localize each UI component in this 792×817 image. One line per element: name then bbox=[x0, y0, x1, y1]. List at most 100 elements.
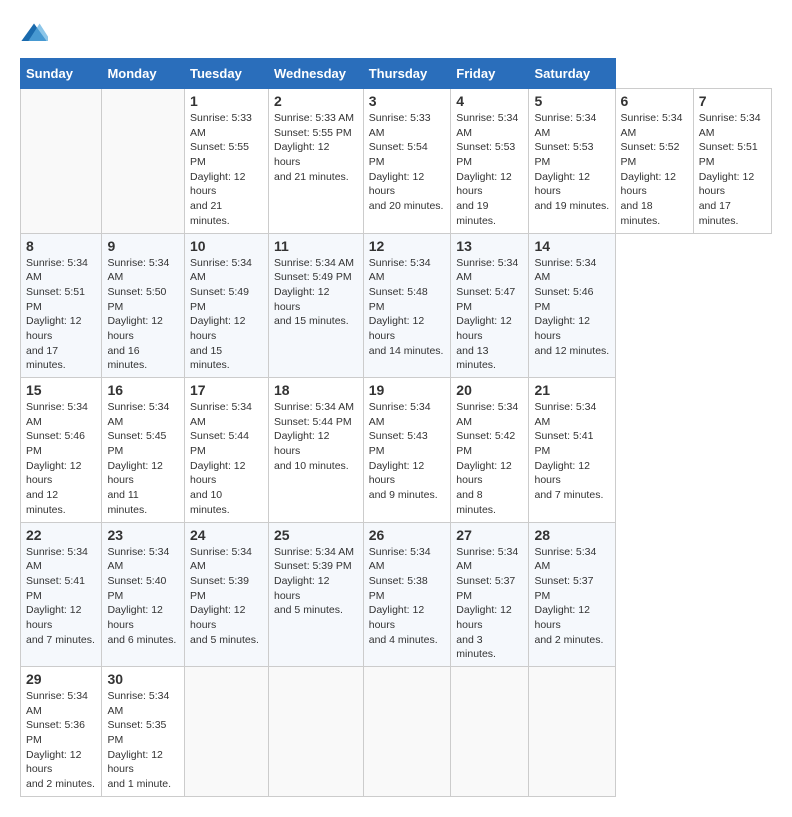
day-number: 14 bbox=[534, 238, 609, 254]
calendar-cell: 17 Sunrise: 5:34 AMSunset: 5:44 PMDayligh… bbox=[185, 378, 269, 523]
calendar-cell: 22 Sunrise: 5:34 AMSunset: 5:41 PMDayligh… bbox=[21, 522, 102, 667]
day-number: 20 bbox=[456, 382, 523, 398]
week-row-5: 29Sunrise: 5:34 AMSunset: 5:36 PMDayligh… bbox=[21, 667, 772, 797]
day-number: 22 bbox=[26, 527, 96, 543]
day-number: 12 bbox=[369, 238, 446, 254]
calendar-cell: 19 Sunrise: 5:34 AMSunset: 5:43 PMDayligh… bbox=[363, 378, 451, 523]
calendar-cell: 26 Sunrise: 5:34 AMSunset: 5:38 PMDayligh… bbox=[363, 522, 451, 667]
day-detail: Sunrise: 5:34 AMSunset: 5:41 PMDaylight:… bbox=[26, 545, 96, 648]
day-number: 15 bbox=[26, 382, 96, 398]
day-number: 28 bbox=[534, 527, 609, 543]
day-number: 17 bbox=[190, 382, 263, 398]
day-detail: Sunrise: 5:34 AMSunset: 5:41 PMDaylight:… bbox=[534, 400, 609, 503]
day-number: 6 bbox=[621, 93, 688, 109]
day-detail: Sunrise: 5:33 AMSunset: 5:55 PMDaylight:… bbox=[190, 111, 263, 229]
day-detail: Sunrise: 5:34 AMSunset: 5:51 PMDaylight:… bbox=[699, 111, 766, 229]
weekday-sunday: Sunday bbox=[21, 59, 102, 89]
day-number: 21 bbox=[534, 382, 609, 398]
day-number: 2 bbox=[274, 93, 358, 109]
calendar-cell: 6 Sunrise: 5:34 AMSunset: 5:52 PMDaylight… bbox=[615, 89, 693, 234]
calendar-cell: 24 Sunrise: 5:34 AMSunset: 5:39 PMDayligh… bbox=[185, 522, 269, 667]
day-detail: Sunrise: 5:34 AMSunset: 5:37 PMDaylight:… bbox=[534, 545, 609, 648]
calendar-cell: 5 Sunrise: 5:34 AMSunset: 5:53 PMDaylight… bbox=[529, 89, 615, 234]
calendar-cell: 7 Sunrise: 5:34 AMSunset: 5:51 PMDaylight… bbox=[693, 89, 771, 234]
weekday-monday: Monday bbox=[102, 59, 185, 89]
day-detail: Sunrise: 5:34 AMSunset: 5:39 PMDaylight:… bbox=[274, 545, 358, 618]
day-number: 27 bbox=[456, 527, 523, 543]
day-detail: Sunrise: 5:34 AMSunset: 5:42 PMDaylight:… bbox=[456, 400, 523, 518]
weekday-wednesday: Wednesday bbox=[269, 59, 364, 89]
day-number: 3 bbox=[369, 93, 446, 109]
header bbox=[20, 20, 772, 48]
calendar-cell bbox=[529, 667, 615, 797]
calendar-cell: 15Sunrise: 5:34 AMSunset: 5:46 PMDayligh… bbox=[21, 378, 102, 523]
day-detail: Sunrise: 5:34 AMSunset: 5:40 PMDaylight:… bbox=[107, 545, 179, 648]
calendar-cell: 14Sunrise: 5:34 AMSunset: 5:46 PMDayligh… bbox=[529, 233, 615, 378]
calendar-cell: 30Sunrise: 5:34 AMSunset: 5:35 PMDayligh… bbox=[102, 667, 185, 797]
day-detail: Sunrise: 5:34 AMSunset: 5:36 PMDaylight:… bbox=[26, 689, 96, 792]
day-detail: Sunrise: 5:34 AMSunset: 5:51 PMDaylight:… bbox=[26, 256, 96, 374]
day-detail: Sunrise: 5:34 AMSunset: 5:45 PMDaylight:… bbox=[107, 400, 179, 518]
day-detail: Sunrise: 5:34 AMSunset: 5:35 PMDaylight:… bbox=[107, 689, 179, 792]
calendar-cell bbox=[102, 89, 185, 234]
week-row-3: 15Sunrise: 5:34 AMSunset: 5:46 PMDayligh… bbox=[21, 378, 772, 523]
logo bbox=[20, 20, 50, 48]
day-number: 5 bbox=[534, 93, 609, 109]
calendar-cell: 21 Sunrise: 5:34 AMSunset: 5:41 PMDayligh… bbox=[529, 378, 615, 523]
day-detail: Sunrise: 5:33 AMSunset: 5:55 PMDaylight:… bbox=[274, 111, 358, 184]
day-detail: Sunrise: 5:34 AMSunset: 5:52 PMDaylight:… bbox=[621, 111, 688, 229]
week-row-4: 22 Sunrise: 5:34 AMSunset: 5:41 PMDayligh… bbox=[21, 522, 772, 667]
calendar-cell bbox=[451, 667, 529, 797]
calendar-cell: 4 Sunrise: 5:34 AMSunset: 5:53 PMDaylight… bbox=[451, 89, 529, 234]
calendar-body: 1 Sunrise: 5:33 AMSunset: 5:55 PMDaylight… bbox=[21, 89, 772, 797]
day-detail: Sunrise: 5:34 AMSunset: 5:37 PMDaylight:… bbox=[456, 545, 523, 663]
day-detail: Sunrise: 5:34 AMSunset: 5:39 PMDaylight:… bbox=[190, 545, 263, 648]
day-number: 1 bbox=[190, 93, 263, 109]
day-number: 25 bbox=[274, 527, 358, 543]
calendar-cell bbox=[21, 89, 102, 234]
day-detail: Sunrise: 5:34 AMSunset: 5:47 PMDaylight:… bbox=[456, 256, 523, 374]
week-row-1: 1 Sunrise: 5:33 AMSunset: 5:55 PMDaylight… bbox=[21, 89, 772, 234]
day-number: 16 bbox=[107, 382, 179, 398]
calendar-cell: 10 Sunrise: 5:34 AMSunset: 5:49 PMDayligh… bbox=[185, 233, 269, 378]
day-detail: Sunrise: 5:34 AMSunset: 5:44 PMDaylight:… bbox=[190, 400, 263, 518]
calendar-table: SundayMondayTuesdayWednesdayThursdayFrid… bbox=[20, 58, 772, 797]
calendar-cell bbox=[185, 667, 269, 797]
day-detail: Sunrise: 5:34 AMSunset: 5:48 PMDaylight:… bbox=[369, 256, 446, 359]
calendar-cell: 28 Sunrise: 5:34 AMSunset: 5:37 PMDayligh… bbox=[529, 522, 615, 667]
day-detail: Sunrise: 5:34 AMSunset: 5:38 PMDaylight:… bbox=[369, 545, 446, 648]
calendar-cell bbox=[363, 667, 451, 797]
day-number: 10 bbox=[190, 238, 263, 254]
calendar-cell: 25 Sunrise: 5:34 AMSunset: 5:39 PMDayligh… bbox=[269, 522, 364, 667]
weekday-thursday: Thursday bbox=[363, 59, 451, 89]
day-number: 8 bbox=[26, 238, 96, 254]
calendar-cell: 20 Sunrise: 5:34 AMSunset: 5:42 PMDayligh… bbox=[451, 378, 529, 523]
logo-icon bbox=[20, 20, 48, 48]
calendar-cell: 3Sunrise: 5:33 AMSunset: 5:54 PMDaylight… bbox=[363, 89, 451, 234]
calendar-cell: 11Sunrise: 5:34 AMSunset: 5:49 PMDayligh… bbox=[269, 233, 364, 378]
calendar-cell bbox=[269, 667, 364, 797]
calendar-cell: 13Sunrise: 5:34 AMSunset: 5:47 PMDayligh… bbox=[451, 233, 529, 378]
day-number: 9 bbox=[107, 238, 179, 254]
calendar-cell: 23 Sunrise: 5:34 AMSunset: 5:40 PMDayligh… bbox=[102, 522, 185, 667]
day-detail: Sunrise: 5:34 AMSunset: 5:44 PMDaylight:… bbox=[274, 400, 358, 473]
day-number: 7 bbox=[699, 93, 766, 109]
day-detail: Sunrise: 5:34 AMSunset: 5:50 PMDaylight:… bbox=[107, 256, 179, 374]
day-number: 18 bbox=[274, 382, 358, 398]
day-number: 4 bbox=[456, 93, 523, 109]
day-detail: Sunrise: 5:34 AMSunset: 5:53 PMDaylight:… bbox=[456, 111, 523, 229]
day-number: 19 bbox=[369, 382, 446, 398]
weekday-tuesday: Tuesday bbox=[185, 59, 269, 89]
calendar-cell: 27 Sunrise: 5:34 AMSunset: 5:37 PMDayligh… bbox=[451, 522, 529, 667]
weekday-header-row: SundayMondayTuesdayWednesdayThursdayFrid… bbox=[21, 59, 772, 89]
calendar-cell: 9 Sunrise: 5:34 AMSunset: 5:50 PMDaylight… bbox=[102, 233, 185, 378]
calendar-cell: 12 Sunrise: 5:34 AMSunset: 5:48 PMDayligh… bbox=[363, 233, 451, 378]
day-detail: Sunrise: 5:34 AMSunset: 5:49 PMDaylight:… bbox=[190, 256, 263, 374]
day-number: 24 bbox=[190, 527, 263, 543]
day-detail: Sunrise: 5:34 AMSunset: 5:53 PMDaylight:… bbox=[534, 111, 609, 214]
calendar-cell: 1 Sunrise: 5:33 AMSunset: 5:55 PMDaylight… bbox=[185, 89, 269, 234]
day-number: 26 bbox=[369, 527, 446, 543]
day-number: 23 bbox=[107, 527, 179, 543]
week-row-2: 8 Sunrise: 5:34 AMSunset: 5:51 PMDaylight… bbox=[21, 233, 772, 378]
day-detail: Sunrise: 5:34 AMSunset: 5:43 PMDaylight:… bbox=[369, 400, 446, 503]
